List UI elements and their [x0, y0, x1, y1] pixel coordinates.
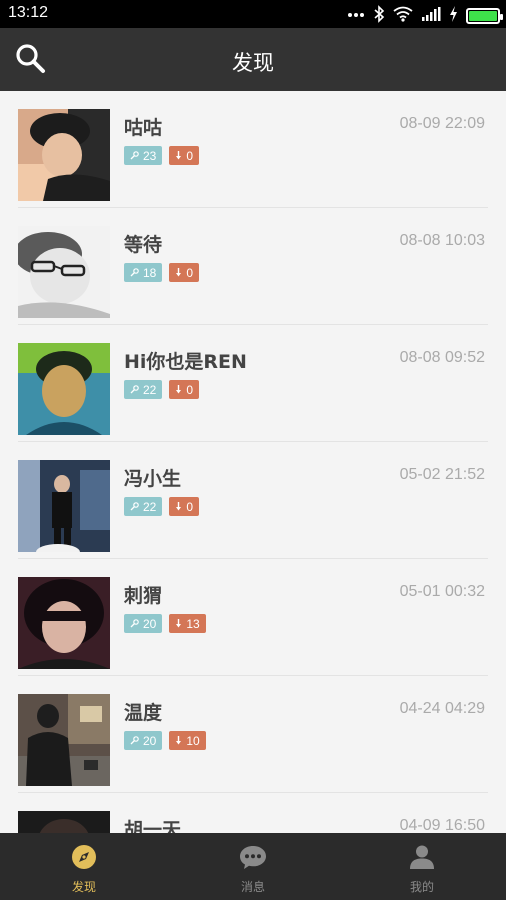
down-count: 0 — [186, 499, 194, 514]
badge-group: 22 0 — [124, 497, 200, 516]
down-arrow-icon — [175, 268, 182, 277]
badge-group: 20 10 — [124, 731, 206, 750]
tab-discover[interactable]: 发现 — [0, 833, 168, 900]
badge-group: 22 0 — [124, 380, 200, 399]
bluetooth-icon — [373, 5, 385, 27]
tab-label: 消息 — [240, 880, 265, 894]
post-time: 05-02 21:52 — [399, 466, 485, 483]
feed-item[interactable]: 温度 04-24 04:29 20 10 — [0, 676, 506, 793]
avatar[interactable] — [18, 226, 110, 318]
status-bar: 13:12 — [0, 0, 506, 28]
down-count: 0 — [186, 148, 194, 163]
down-arrow-icon — [175, 502, 182, 511]
charging-bolt-icon — [449, 6, 458, 26]
avatar[interactable] — [18, 811, 110, 833]
badge-group: 23 0 — [124, 146, 200, 165]
like-count: 20 — [143, 733, 157, 748]
compass-icon — [71, 844, 97, 874]
cell-signal-icon — [421, 6, 441, 26]
user-name: 刺猬 — [124, 585, 163, 607]
avatar[interactable] — [18, 343, 110, 435]
feed-item[interactable]: 胡一天 04-09 16:50 — [0, 793, 506, 833]
down-arrow-icon — [175, 736, 182, 745]
page-title: 发现 — [232, 51, 274, 75]
avatar[interactable] — [18, 577, 110, 669]
title-bar: 发现 — [0, 28, 506, 91]
like-badge[interactable]: 23 — [124, 146, 163, 165]
like-count: 23 — [143, 148, 157, 163]
tab-label: 我的 — [409, 880, 434, 894]
status-icons — [347, 5, 503, 27]
like-badge[interactable]: 22 — [124, 380, 163, 399]
key-icon — [130, 619, 139, 628]
feed-list[interactable]: 咕咕 08-09 22:09 23 0 等待 08-08 10:03 18 0 … — [0, 91, 506, 833]
user-name: 温度 — [124, 702, 163, 724]
down-count: 0 — [186, 265, 194, 280]
key-icon — [130, 502, 139, 511]
person-icon — [409, 844, 435, 874]
post-time: 08-08 10:03 — [399, 232, 485, 249]
chat-bubble-icon — [239, 844, 267, 874]
down-count: 13 — [186, 616, 200, 631]
user-name: 等待 — [124, 234, 163, 256]
post-time: 05-01 00:32 — [399, 583, 485, 600]
battery-fill — [469, 11, 497, 21]
feed-item[interactable]: 冯小生 05-02 21:52 22 0 — [0, 442, 506, 559]
key-icon — [130, 385, 139, 394]
tab-label: 发现 — [71, 880, 96, 894]
like-badge[interactable]: 22 — [124, 497, 163, 516]
down-badge[interactable]: 0 — [169, 263, 200, 282]
avatar[interactable] — [18, 460, 110, 552]
key-icon — [130, 151, 139, 160]
bottom-tab-bar: 发现 消息 我的 — [0, 833, 506, 900]
down-badge[interactable]: 10 — [169, 731, 206, 750]
down-badge[interactable]: 0 — [169, 497, 200, 516]
user-name: 胡一天 — [124, 819, 182, 833]
user-name: Hi你也是REN — [124, 351, 247, 373]
tab-me[interactable]: 我的 — [338, 833, 506, 900]
avatar[interactable] — [18, 109, 110, 201]
post-time: 08-09 22:09 — [399, 115, 485, 132]
wifi-icon — [393, 6, 413, 26]
down-arrow-icon — [175, 619, 182, 628]
feed-item[interactable]: 刺猬 05-01 00:32 20 13 — [0, 559, 506, 676]
like-count: 18 — [143, 265, 157, 280]
down-badge[interactable]: 0 — [169, 380, 200, 399]
down-count: 10 — [186, 733, 200, 748]
user-name: 冯小生 — [124, 468, 182, 490]
feed-item[interactable]: 等待 08-08 10:03 18 0 — [0, 208, 506, 325]
like-count: 22 — [143, 382, 157, 397]
avatar[interactable] — [18, 694, 110, 786]
post-time: 08-08 09:52 — [399, 349, 485, 366]
signal-dots-icon — [347, 6, 365, 26]
like-badge[interactable]: 20 — [124, 614, 163, 633]
app-root: 13:12 发现 咕咕 08-09 22:09 23 0 等待 08-08 10… — [0, 0, 506, 900]
feed-item[interactable]: 咕咕 08-09 22:09 23 0 — [0, 91, 506, 208]
status-time: 13:12 — [8, 4, 49, 21]
like-count: 22 — [143, 499, 157, 514]
post-time: 04-09 16:50 — [399, 817, 485, 833]
down-badge[interactable]: 13 — [169, 614, 206, 633]
down-arrow-icon — [175, 385, 182, 394]
like-count: 20 — [143, 616, 157, 631]
tab-messages[interactable]: 消息 — [169, 833, 337, 900]
like-badge[interactable]: 18 — [124, 263, 163, 282]
feed-item[interactable]: Hi你也是REN 08-08 09:52 22 0 — [0, 325, 506, 442]
key-icon — [130, 268, 139, 277]
user-name: 咕咕 — [124, 117, 163, 139]
badge-group: 20 13 — [124, 614, 206, 633]
key-icon — [130, 736, 139, 745]
like-badge[interactable]: 20 — [124, 731, 163, 750]
post-time: 04-24 04:29 — [399, 700, 485, 717]
down-arrow-icon — [175, 151, 182, 160]
down-count: 0 — [186, 382, 194, 397]
badge-group: 18 0 — [124, 263, 200, 282]
down-badge[interactable]: 0 — [169, 146, 200, 165]
battery-icon — [466, 8, 503, 24]
